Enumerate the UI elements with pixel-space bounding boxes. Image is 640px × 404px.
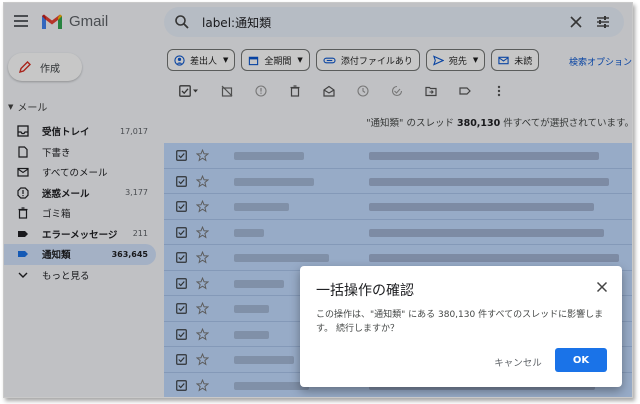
close-icon[interactable] — [596, 281, 608, 293]
bulk-action-confirm-dialog: 一括操作の確認 この操作は、"通知類" にある 380,130 件すべてのスレッ… — [300, 266, 622, 387]
gmail-window: Gmail label:通知類 作成 ▼ メール 受信トレイ 17,017 下書… — [3, 2, 633, 398]
dialog-title: 一括操作の確認 — [316, 283, 414, 299]
cancel-button[interactable]: キャンセル — [490, 352, 546, 372]
ok-button[interactable]: OK — [555, 348, 607, 372]
dialog-message: この操作は、"通知類" にある 380,130 件すべてのスレッドに影響します。… — [316, 310, 604, 334]
